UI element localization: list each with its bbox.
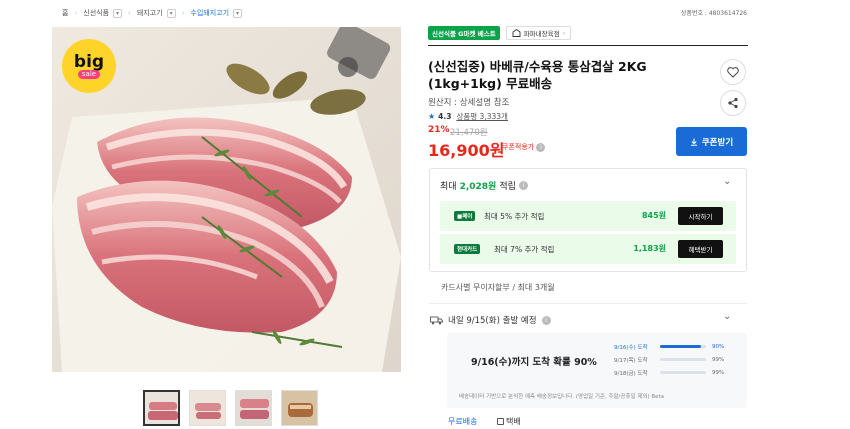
heart-icon: [727, 66, 739, 78]
delivery-row-date: 9/16(수) 도착: [614, 344, 648, 351]
breadcrumb-item-imported-pork[interactable]: 수입돼지고기: [190, 8, 229, 18]
free-shipping-label: 무료배송: [448, 417, 478, 426]
points-prefix: 최대: [440, 182, 457, 192]
chevron-down-icon[interactable]: ⌄: [723, 311, 731, 322]
share-button[interactable]: [720, 90, 746, 116]
chevron-down-icon[interactable]: ▾: [113, 8, 123, 18]
delivery-row-bar: [660, 345, 706, 348]
installment-info: 카드사별 무이자할부 / 최대 3개월: [441, 283, 555, 292]
seller-name: 파파내장육점: [523, 30, 560, 38]
breadcrumb-separator: ›: [181, 9, 185, 17]
shipping-note: 배송데이터 기반으로 분석한 예측 배송정보입니다. (영업일 기준, 주말/공…: [459, 394, 665, 400]
delivery-type: 택배: [497, 416, 521, 427]
thumbnail-3[interactable]: [235, 390, 272, 426]
delivery-row-date: 9/17(목) 도착: [614, 357, 648, 364]
divider: [429, 303, 747, 304]
download-icon: [690, 138, 697, 146]
delivery-row-percent: 99%: [712, 369, 725, 376]
price-note-label: 쿠폰적용가: [502, 143, 535, 151]
price-note[interactable]: 쿠폰적용가 i: [502, 142, 546, 152]
big-sale-badge-big: big: [73, 51, 105, 72]
store-icon: [512, 29, 521, 37]
get-benefit-button[interactable]: 혜택받기: [678, 240, 723, 258]
benefit-description: 최대 5% 추가 적립: [484, 212, 545, 221]
delivery-row-date: 9/18(금) 도착: [614, 370, 648, 377]
delivery-row-fill: [660, 345, 702, 348]
card-logo: 현대카드: [454, 244, 481, 254]
review-count-link[interactable]: 상품평 3,333개: [456, 111, 507, 122]
rating-value: 4.3: [438, 112, 452, 121]
wishlist-button[interactable]: [720, 59, 746, 85]
thumbnail-2[interactable]: [189, 390, 226, 426]
thumbnail-4[interactable]: [281, 390, 318, 426]
thumbnail-strip: [143, 390, 318, 426]
info-icon[interactable]: i: [541, 315, 551, 325]
benefit-description: 최대 7% 추가 적립: [494, 245, 555, 254]
discount-percent: 21%: [428, 125, 450, 135]
divider: [428, 45, 748, 46]
benefit-row: ■페이 최대 5% 추가 적립 845원 시작하기: [440, 201, 736, 231]
star-icon: ★: [428, 112, 436, 121]
big-sale-badge: big sale: [62, 39, 116, 93]
points-amount: 2,028원: [459, 182, 497, 192]
info-icon[interactable]: i: [536, 143, 546, 152]
delivery-row: 9/18(금) 도착 99%: [614, 368, 732, 377]
breadcrumb-home[interactable]: 홈: [62, 8, 68, 18]
benefit-amount: 845원: [641, 211, 666, 220]
badge-row: 신선식품 G마켓 베스트 파파내장육점 ›: [428, 26, 572, 40]
product-number: 상품번호 : 4803614726: [680, 10, 747, 17]
truck-icon: [430, 316, 443, 324]
shipping-title: 내일 9/15(화) 출발 예정 i: [430, 314, 551, 326]
breadcrumb-separator: ›: [128, 9, 131, 17]
breadcrumb-separator: ›: [74, 9, 78, 17]
delivery-row-percent: 99%: [712, 356, 725, 363]
chevron-down-icon[interactable]: ▾: [166, 8, 176, 18]
chevron-right-icon: ›: [562, 29, 566, 37]
delivery-row-bar: [660, 371, 706, 374]
chevron-down-icon[interactable]: ▾: [233, 8, 243, 18]
product-title: (신선집중) 바베큐/수육용 통삼겹살 2KG (1kg+1kg) 무료배송: [428, 59, 647, 91]
info-icon[interactable]: i: [518, 181, 528, 190]
thumbnail-1[interactable]: [143, 390, 180, 426]
pay-logo: ■페이: [454, 211, 476, 221]
points-title: 최대 2,028원 적립 i: [440, 179, 528, 192]
best-badge[interactable]: 신선식품 G마켓 베스트: [428, 26, 500, 40]
benefit-row: 현대카드 최대 7% 추가 적립 1,183원 혜택받기: [440, 234, 736, 264]
seller-badge[interactable]: 파파내장육점 ›: [505, 26, 572, 40]
shipping-date: 내일 9/15(화) 출발 예정: [448, 316, 537, 326]
coupon-button[interactable]: 쿠폰받기: [676, 127, 747, 156]
breadcrumb: 홈 › 신선식품 ▾ › 돼지고기 ▾ › 수입돼지고기 ▾: [62, 7, 243, 19]
start-button[interactable]: 시작하기: [678, 207, 723, 225]
parcel-icon: [497, 418, 504, 425]
benefit-amount: 1,183원: [633, 244, 666, 253]
breadcrumb-item-pork[interactable]: 돼지고기: [137, 8, 163, 18]
delivery-row: 9/16(수) 도착 90%: [614, 342, 732, 351]
delivery-row-percent: 90%: [712, 343, 725, 350]
delivery-row: 9/17(목) 도착 99%: [614, 355, 732, 364]
delivery-type-label: 택배: [506, 417, 521, 426]
sale-price: 16,900원: [428, 141, 505, 160]
main-product-image: big sale: [52, 27, 401, 372]
points-suffix: 적립: [499, 182, 516, 192]
delivery-row-bar: [660, 358, 706, 361]
origin-info: 원산지 : 상세설명 참조: [428, 98, 510, 108]
coupon-button-label: 쿠폰받기: [701, 137, 734, 148]
share-icon: [728, 97, 738, 109]
chevron-down-icon[interactable]: ⌄: [723, 176, 731, 187]
breadcrumb-item-fresh[interactable]: 신선식품: [83, 8, 109, 18]
delivery-probability: 9/16(수)까지 도착 확률 90%: [471, 357, 597, 368]
big-sale-badge-sale: sale: [77, 69, 101, 79]
rating: ★ 4.3 상품평 3,333개: [428, 111, 508, 122]
